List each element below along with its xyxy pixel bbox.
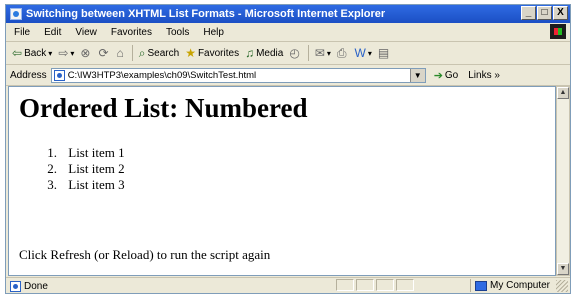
chevron-down-icon[interactable]: ▾ — [48, 49, 52, 58]
security-zone[interactable]: My Computer — [469, 279, 550, 292]
zone-label: My Computer — [489, 280, 550, 291]
media-button[interactable]: ♫ Media — [245, 46, 283, 60]
address-bar: Address C:\IW3HTP3\examples\ch09\SwitchT… — [6, 65, 570, 86]
address-url[interactable]: C:\IW3HTP3\examples\ch09\SwitchTest.html — [68, 70, 256, 81]
scroll-down-button[interactable]: ▼ — [557, 263, 569, 275]
page-done-icon — [10, 280, 21, 292]
ie-app-icon[interactable] — [10, 8, 22, 20]
list-item-number: 2. — [47, 161, 57, 176]
list-item: 3. List item 3 — [39, 177, 125, 193]
mail-icon: ✉ — [314, 46, 325, 60]
address-input[interactable]: C:\IW3HTP3\examples\ch09\SwitchTest.html… — [50, 67, 426, 83]
title-bar[interactable]: Switching between XHTML List Formats - M… — [6, 5, 570, 23]
forward-button[interactable]: ⇨ ▾ — [58, 46, 74, 60]
history-button[interactable]: ◴ — [289, 46, 301, 60]
list-item-number: 1. — [47, 145, 57, 160]
print-icon: ⎙ — [336, 45, 347, 60]
refresh-icon: ⟳ — [98, 46, 109, 60]
scroll-up-button[interactable]: ▲ — [557, 87, 569, 99]
links-button[interactable]: Links » — [468, 70, 500, 81]
toolbar-separator — [131, 45, 133, 61]
close-button[interactable]: X — [553, 6, 568, 20]
status-panes — [336, 279, 414, 291]
page-icon — [53, 69, 65, 81]
window-title: Switching between XHTML List Formats - M… — [26, 8, 386, 20]
menu-favorites[interactable]: Favorites — [111, 27, 152, 38]
edit-button[interactable]: W ▾ — [355, 46, 372, 60]
search-label: Search — [147, 47, 180, 59]
stop-icon: ⊗ — [80, 46, 91, 60]
favorites-label: Favorites — [197, 47, 240, 59]
status-pane — [376, 279, 394, 291]
resize-grip[interactable] — [556, 280, 568, 292]
menu-file[interactable]: File — [14, 27, 30, 38]
chevron-down-icon[interactable]: ▾ — [368, 49, 372, 58]
menu-view[interactable]: View — [75, 27, 97, 38]
standard-toolbar: ⇦ Back ▾ ⇨ ▾ ⊗ ⟳ ⌂ ⌕ Search ★ Favorites … — [6, 42, 570, 65]
page-content[interactable]: Ordered List: Numbered 1. List item 1 2.… — [8, 86, 556, 276]
menu-help[interactable]: Help — [203, 27, 224, 38]
status-pane — [336, 279, 354, 291]
my-computer-icon — [474, 280, 487, 291]
menu-tools[interactable]: Tools — [166, 27, 189, 38]
list-item-text: List item 3 — [68, 177, 125, 192]
status-bar: Done My Computer — [6, 277, 570, 294]
chevron-down-icon[interactable]: ▾ — [327, 49, 331, 58]
vertical-scrollbar[interactable]: ▲ ▼ — [556, 86, 570, 276]
favorites-icon: ★ — [185, 46, 196, 60]
maximize-button[interactable]: □ — [537, 6, 552, 20]
discuss-icon: ▤ — [377, 46, 390, 60]
history-icon: ◴ — [289, 46, 300, 60]
discuss-button[interactable]: ▤ — [378, 46, 391, 60]
stop-button[interactable]: ⊗ — [80, 46, 92, 60]
menu-edit[interactable]: Edit — [44, 27, 61, 38]
refresh-instruction: Click Refresh (or Reload) to run the scr… — [19, 247, 271, 262]
print-button[interactable]: ⎙ — [337, 46, 349, 61]
ordered-list: 1. List item 1 2. List item 2 3. List it… — [39, 145, 125, 193]
minimize-button[interactable]: _ — [521, 6, 536, 20]
status-text: Done — [24, 280, 48, 292]
home-button[interactable]: ⌂ — [117, 46, 126, 60]
list-item: 2. List item 2 — [39, 161, 125, 177]
search-button[interactable]: ⌕ Search — [139, 46, 179, 61]
media-icon: ♫ — [245, 46, 255, 60]
edit-icon: W — [354, 46, 366, 60]
window-controls: _ □ X — [520, 6, 568, 20]
search-icon: ⌕ — [138, 45, 146, 60]
address-label: Address — [10, 69, 47, 81]
status-pane — [396, 279, 414, 291]
refresh-button[interactable]: ⟳ — [98, 46, 110, 60]
chevron-down-icon[interactable]: ▾ — [70, 49, 74, 58]
back-arrow-icon: ⇦ — [12, 46, 23, 60]
back-button[interactable]: ⇦ Back ▾ — [12, 46, 52, 60]
list-item-text: List item 2 — [68, 161, 125, 176]
favorites-button[interactable]: ★ Favorites — [185, 46, 239, 60]
go-arrow-icon: ➔ — [433, 69, 443, 82]
address-dropdown-button[interactable]: ▼ — [409, 68, 425, 82]
back-label: Back — [24, 47, 47, 59]
menu-bar: File Edit View Favorites Tools Help — [6, 23, 570, 42]
list-item-number: 3. — [47, 177, 57, 192]
media-label: Media — [256, 47, 284, 59]
toolbar-separator — [307, 45, 309, 61]
home-icon: ⌂ — [116, 46, 124, 60]
browser-window: Switching between XHTML List Formats - M… — [5, 4, 571, 294]
go-button[interactable]: ➔ Go — [434, 69, 459, 82]
mail-button[interactable]: ✉ ▾ — [315, 46, 331, 60]
go-label: Go — [444, 69, 459, 81]
forward-arrow-icon: ⇨ — [58, 46, 69, 60]
page-heading: Ordered List: Numbered — [19, 93, 308, 123]
windows-logo-icon — [550, 24, 566, 39]
list-item-text: List item 1 — [68, 145, 125, 160]
list-item: 1. List item 1 — [39, 145, 125, 161]
status-pane — [356, 279, 374, 291]
